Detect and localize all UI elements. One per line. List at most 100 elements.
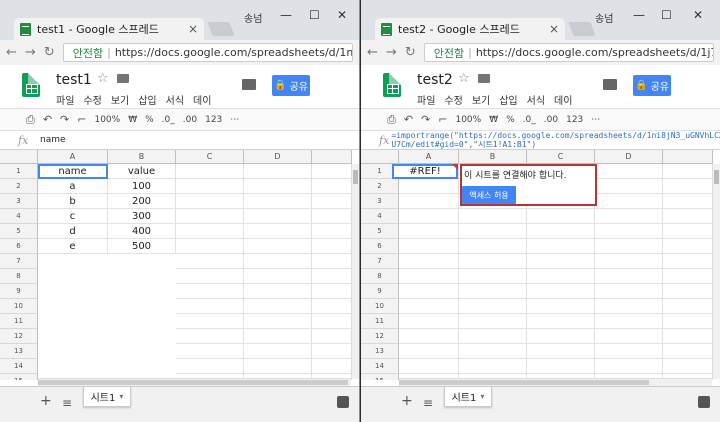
grid-cell[interactable] xyxy=(459,254,527,269)
grid-cell[interactable] xyxy=(176,179,244,194)
currency-button[interactable]: ₩ xyxy=(128,115,137,125)
row-header-10[interactable]: 10 xyxy=(0,299,38,314)
grid-cell[interactable] xyxy=(595,224,663,239)
grid-cell[interactable] xyxy=(595,164,663,179)
column-header-e[interactable] xyxy=(663,150,713,164)
cell-a5[interactable]: d xyxy=(38,224,108,239)
row-header-11[interactable]: 11 xyxy=(0,314,38,329)
menu-format[interactable]: 서식 xyxy=(166,92,184,107)
grid-cell[interactable] xyxy=(527,284,595,299)
cell-a6[interactable]: e xyxy=(38,239,108,254)
new-tab-button[interactable] xyxy=(207,22,235,36)
doc-title[interactable]: test2 xyxy=(417,72,453,88)
row-header-5[interactable]: 5 xyxy=(0,224,38,239)
cell-b6[interactable]: 500 xyxy=(108,239,176,254)
grid-cell[interactable] xyxy=(459,359,527,374)
reload-icon[interactable]: ↻ xyxy=(44,45,55,60)
cell-a4[interactable]: c xyxy=(38,209,108,224)
new-tab-button[interactable] xyxy=(568,22,596,36)
paint-format-icon[interactable]: ⌐ xyxy=(77,113,86,126)
share-button[interactable]: 🔒 공유 xyxy=(633,75,671,96)
increase-decimal-button[interactable]: .00 xyxy=(544,115,558,125)
grid-cell[interactable] xyxy=(176,284,244,299)
grid-cell[interactable] xyxy=(663,344,713,359)
grid-cell[interactable] xyxy=(663,299,713,314)
row-header-13[interactable]: 13 xyxy=(361,344,399,359)
grid-cell[interactable] xyxy=(176,314,244,329)
grid-cell[interactable] xyxy=(244,254,312,269)
grid-cell[interactable] xyxy=(176,224,244,239)
all-sheets-button[interactable]: ≡ xyxy=(423,396,433,410)
redo-icon[interactable]: ↷ xyxy=(60,113,69,126)
grid-cell[interactable] xyxy=(399,299,459,314)
row-header-4[interactable]: 4 xyxy=(0,209,38,224)
comments-icon[interactable] xyxy=(242,79,256,90)
add-sheet-button[interactable]: + xyxy=(40,393,52,409)
grid-cell[interactable] xyxy=(244,164,312,179)
row-header-8[interactable]: 8 xyxy=(0,269,38,284)
profile-name[interactable]: 송넘 xyxy=(595,10,613,25)
grid-cell[interactable] xyxy=(527,329,595,344)
grid-cell[interactable] xyxy=(459,314,527,329)
grid-cell[interactable] xyxy=(176,344,244,359)
row-header-2[interactable]: 2 xyxy=(0,179,38,194)
cell-b1[interactable]: value xyxy=(108,164,176,179)
number-format-select[interactable]: 123 xyxy=(566,115,583,125)
grid-cell[interactable] xyxy=(595,239,663,254)
grid-cell[interactable] xyxy=(527,224,595,239)
grid-cell[interactable] xyxy=(312,299,352,314)
explore-icon[interactable] xyxy=(698,396,710,408)
grid-cell[interactable] xyxy=(663,164,713,179)
row-header-15[interactable]: 15 xyxy=(0,374,38,380)
grid-cell[interactable] xyxy=(459,344,527,359)
grid-cell[interactable] xyxy=(663,224,713,239)
print-icon[interactable]: ⎙ xyxy=(26,113,35,127)
grid-cell[interactable] xyxy=(244,239,312,254)
grid-cell[interactable] xyxy=(527,239,595,254)
grid-cell[interactable] xyxy=(663,194,713,209)
grid-cell[interactable] xyxy=(527,299,595,314)
grid-cell[interactable] xyxy=(595,359,663,374)
decrease-decimal-button[interactable]: .0_ xyxy=(523,115,536,125)
grid-cell[interactable] xyxy=(663,314,713,329)
grid-cell[interactable] xyxy=(399,194,459,209)
grid-cell[interactable] xyxy=(244,299,312,314)
row-header-5[interactable]: 5 xyxy=(361,224,399,239)
grid-cell[interactable] xyxy=(595,254,663,269)
menu-data[interactable]: 데이 xyxy=(193,92,211,107)
grid-cell[interactable] xyxy=(527,359,595,374)
zoom-select[interactable]: 100% xyxy=(455,115,481,125)
share-button[interactable]: 🔒 공유 xyxy=(272,75,310,96)
sheet-tab-1[interactable]: 시트1 ▾ xyxy=(444,387,492,407)
cell-a1-error[interactable]: #REF! xyxy=(392,164,458,179)
chevron-down-icon[interactable]: ▾ xyxy=(480,392,484,401)
menu-insert[interactable]: 삽입 xyxy=(138,92,156,107)
grid-cell[interactable] xyxy=(312,224,352,239)
grid-cell[interactable] xyxy=(176,254,244,269)
select-all-corner[interactable] xyxy=(361,150,399,164)
row-header-7[interactable]: 7 xyxy=(361,254,399,269)
grid-cell[interactable] xyxy=(399,224,459,239)
print-icon[interactable]: ⎙ xyxy=(387,113,396,127)
grid-cell[interactable] xyxy=(399,179,459,194)
row-header-12[interactable]: 12 xyxy=(0,329,38,344)
grid-cell[interactable] xyxy=(176,164,244,179)
menu-file[interactable]: 파일 xyxy=(417,92,435,107)
undo-icon[interactable]: ↶ xyxy=(404,113,413,126)
forward-icon[interactable]: → xyxy=(386,45,397,60)
grid-cell[interactable] xyxy=(312,209,352,224)
grid-cell[interactable] xyxy=(244,314,312,329)
menu-view[interactable]: 보기 xyxy=(472,92,490,107)
grid-cell[interactable] xyxy=(459,269,527,284)
star-icon[interactable]: ☆ xyxy=(458,71,470,86)
cell-a3[interactable]: b xyxy=(38,194,108,209)
cell-b5[interactable]: 400 xyxy=(108,224,176,239)
grid-cell[interactable] xyxy=(176,194,244,209)
sheets-logo-icon[interactable] xyxy=(22,73,40,97)
folder-icon[interactable] xyxy=(478,74,490,83)
grid-cell[interactable] xyxy=(244,179,312,194)
grid-cell[interactable] xyxy=(312,344,352,359)
paint-format-icon[interactable]: ⌐ xyxy=(438,113,447,126)
url-input[interactable]: 안전함 | https://docs.google.com/spreadshee… xyxy=(62,43,353,62)
url-input[interactable]: 안전함 | https://docs.google.com/spreadshee… xyxy=(423,43,714,62)
